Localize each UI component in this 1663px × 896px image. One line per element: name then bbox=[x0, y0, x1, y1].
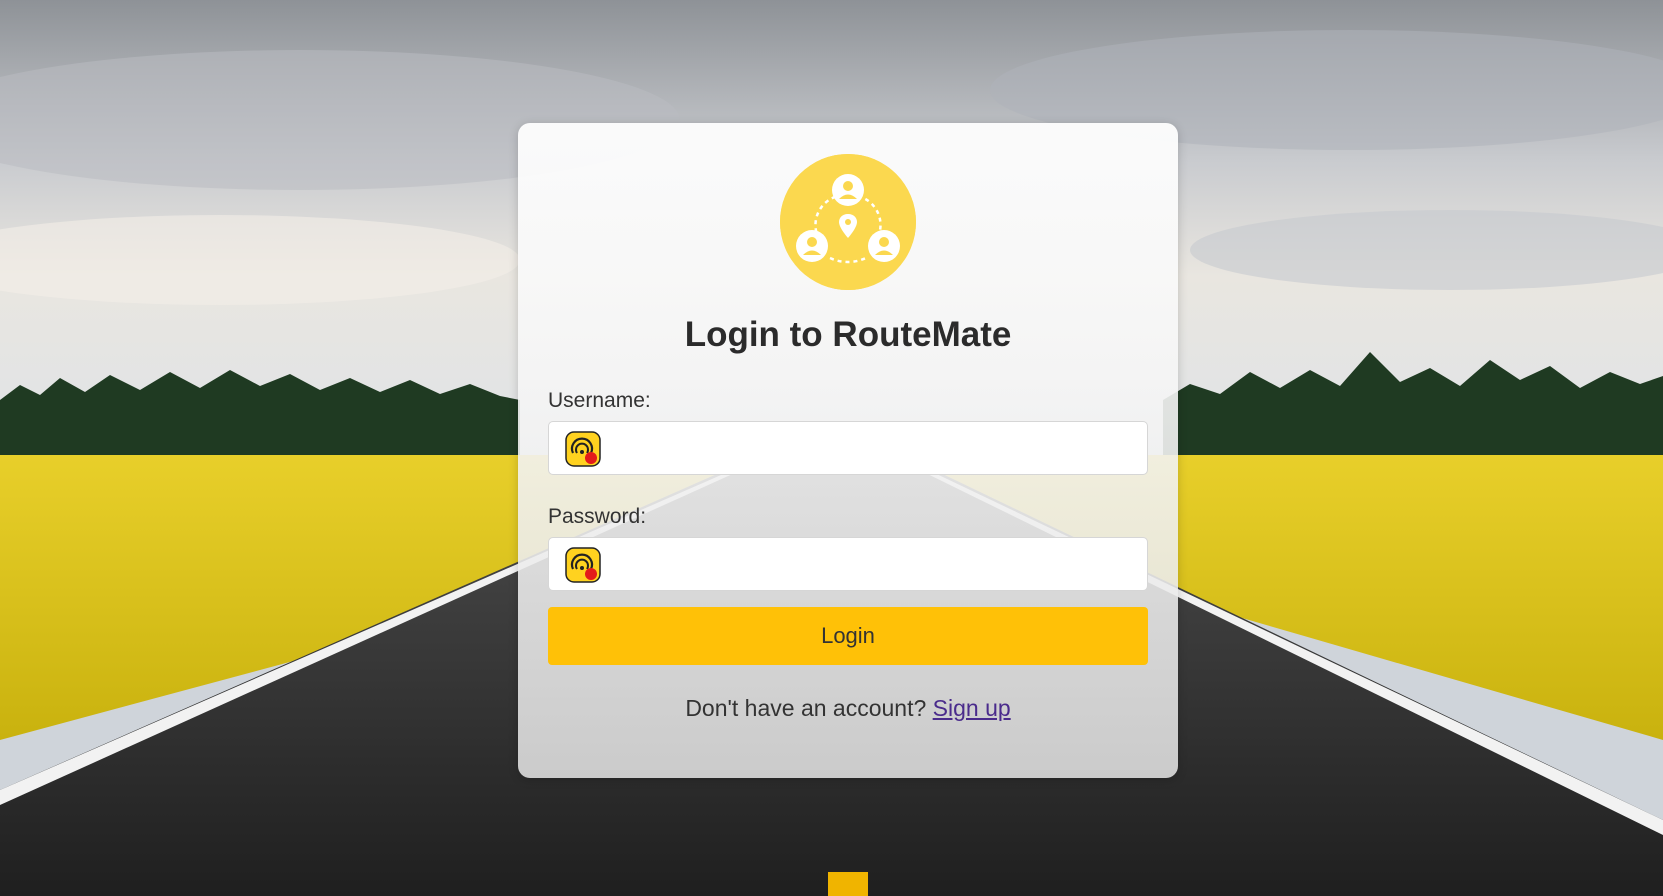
group-location-icon bbox=[780, 154, 916, 290]
password-manager-extension-icon[interactable] bbox=[565, 547, 601, 583]
username-input[interactable] bbox=[609, 422, 1143, 476]
signup-prompt-text: Don't have an account? bbox=[685, 695, 927, 721]
signup-prompt: Don't have an account? Sign up bbox=[518, 695, 1178, 722]
signup-link[interactable]: Sign up bbox=[933, 695, 1011, 721]
login-screen: Login to RouteMate Username: Password: L… bbox=[0, 0, 1663, 896]
login-card: Login to RouteMate Username: Password: L… bbox=[518, 123, 1178, 778]
password-manager-extension-icon[interactable] bbox=[565, 431, 601, 467]
password-label: Password: bbox=[548, 505, 647, 528]
password-input[interactable] bbox=[609, 538, 1143, 592]
password-field[interactable] bbox=[548, 537, 1148, 592]
username-field[interactable] bbox=[548, 421, 1148, 476]
username-label: Username: bbox=[548, 389, 651, 412]
page-title: Login to RouteMate bbox=[684, 315, 1012, 354]
login-button[interactable]: Login bbox=[548, 607, 1148, 665]
